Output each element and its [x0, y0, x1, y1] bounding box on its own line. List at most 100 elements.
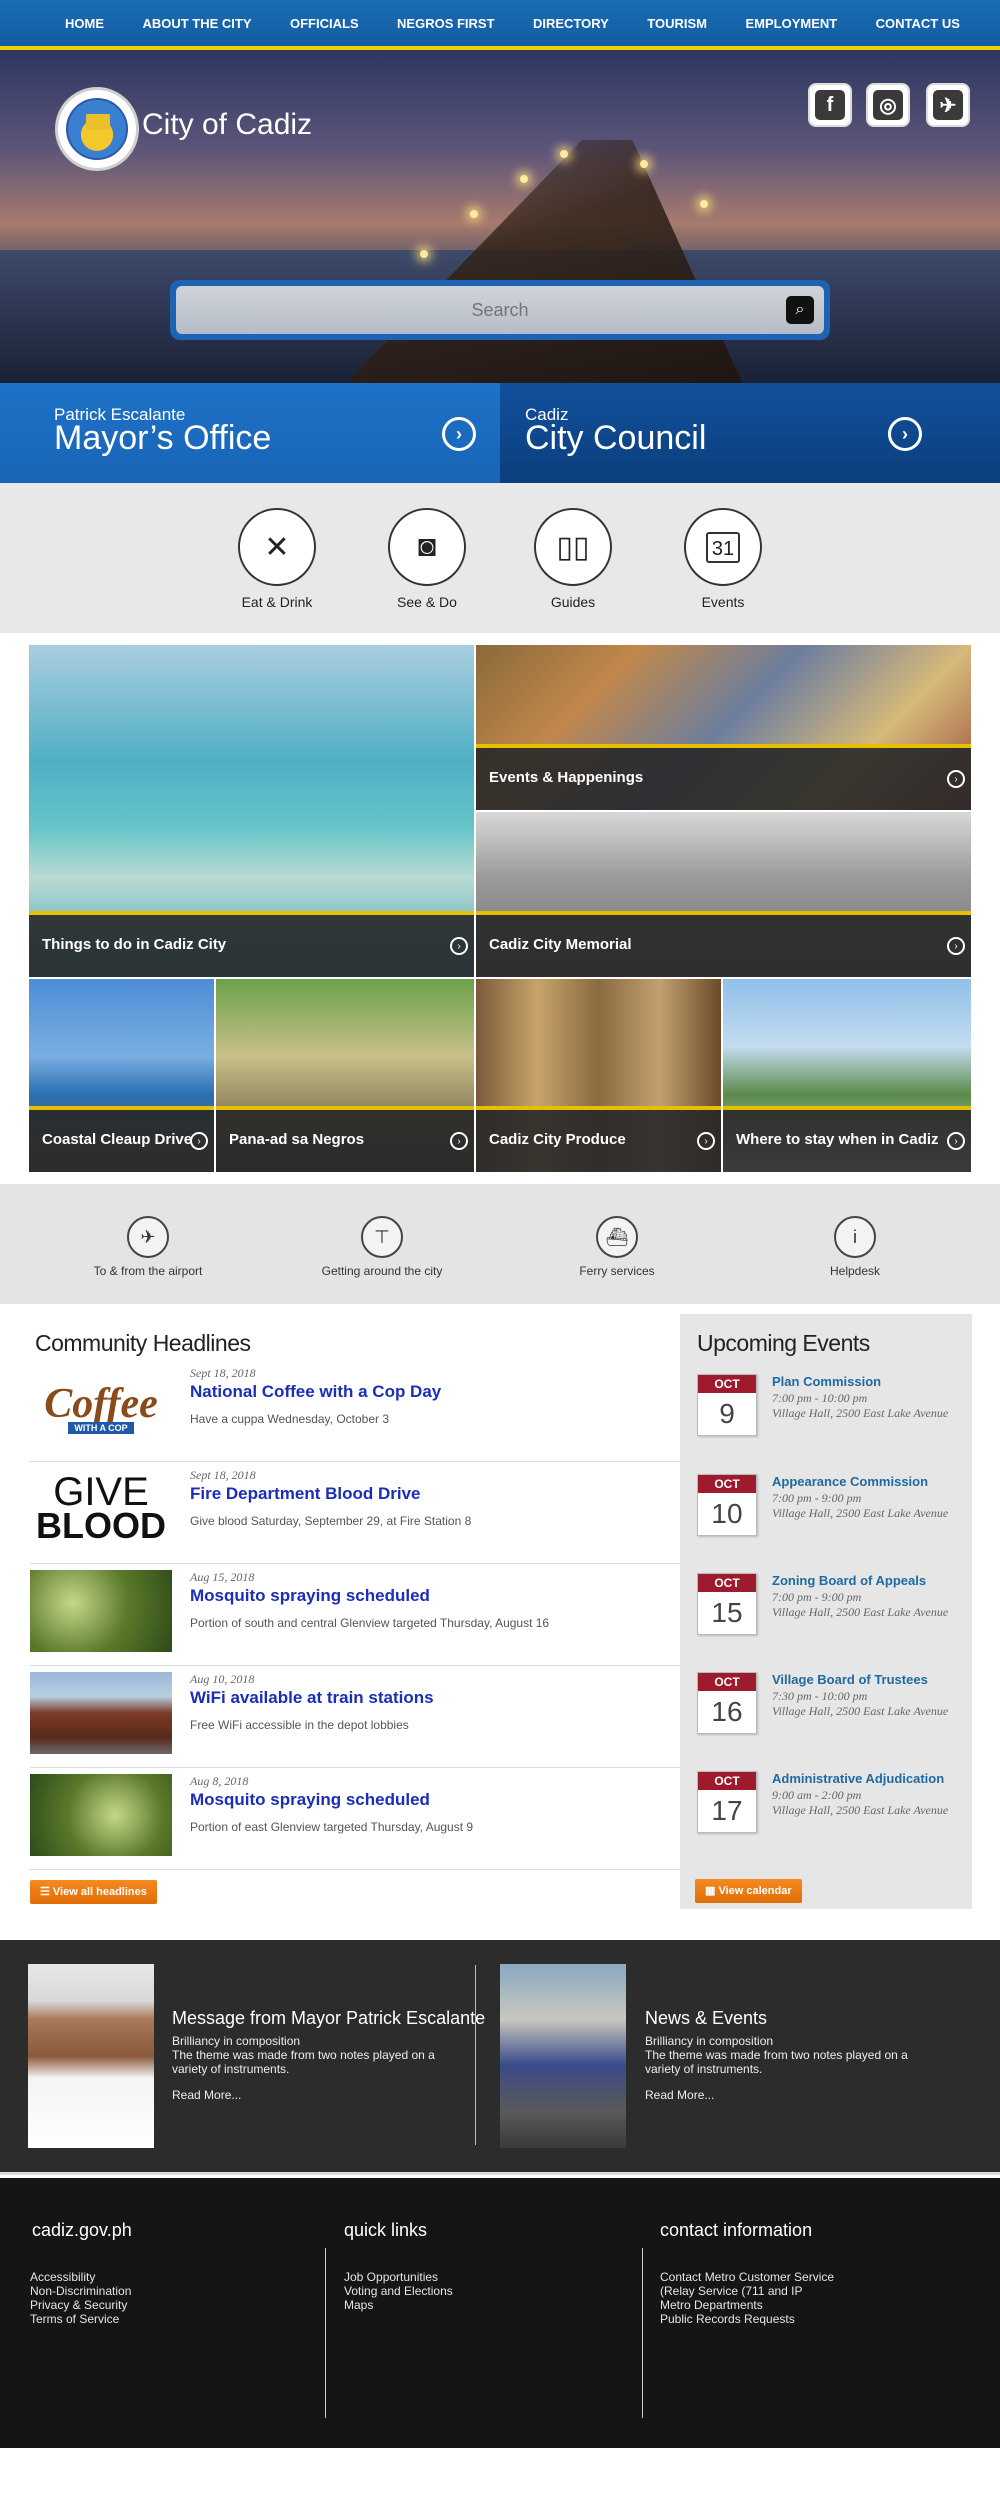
calendar-date: OCT 17 — [697, 1771, 757, 1833]
arrow-right-icon: › — [450, 1132, 468, 1150]
nav-officials[interactable]: OFFICIALS — [290, 16, 359, 31]
divider — [642, 2248, 643, 2418]
nav-about[interactable]: ABOUT THE CITY — [142, 16, 251, 31]
quick-links-bar: ✕ Eat & Drink ◙ See & Do ▯▯ Guides 31 Ev… — [0, 483, 1000, 633]
site-title[interactable]: City of Cadiz — [142, 108, 312, 142]
quick-see-do[interactable]: ◙ See & Do — [372, 508, 482, 610]
mayor-office-banner[interactable]: Patrick Escalante Mayor’s Office › — [0, 383, 500, 483]
footer-link[interactable]: Public Records Requests — [660, 2312, 834, 2326]
tile-where-to-stay[interactable]: Where to stay when in Cadiz › — [723, 979, 971, 1172]
page-bottom — [0, 2448, 1000, 2500]
visitor-help-bar: ✈ To & from the airport ⊤ Getting around… — [0, 1184, 1000, 1304]
tile-coastal-cleanup[interactable]: Coastal Cleaup Drive › — [29, 979, 214, 1172]
event-title[interactable]: Administrative Adjudication — [772, 1771, 944, 1786]
search-icon[interactable]: ⌕ — [786, 296, 814, 324]
help-label: To & from the airport — [93, 1264, 203, 1278]
tile-events-happenings[interactable]: Events & Happenings › — [476, 645, 971, 810]
nav-negros-first[interactable]: NEGROS FIRST — [397, 16, 495, 31]
facebook-icon[interactable]: f — [808, 83, 852, 127]
footer-link[interactable]: Metro Departments — [660, 2298, 834, 2312]
mayor-message-title[interactable]: Message from Mayor Patrick Escalante — [172, 2008, 485, 2029]
tile-caption: Cadiz City Produce — [489, 1131, 626, 1148]
nav-contact[interactable]: CONTACT US — [876, 16, 960, 31]
arrow-right-icon[interactable]: › — [442, 417, 476, 451]
event-title[interactable]: Appearance Commission — [772, 1474, 928, 1489]
help-ferry[interactable]: ⛴ Ferry services — [517, 1216, 717, 1278]
footer-link[interactable]: Non-Discrimination — [30, 2284, 131, 2298]
footer-link[interactable]: Contact Metro Customer Service — [660, 2270, 834, 2284]
event-item[interactable]: OCT 15 Zoning Board of Appeals 7:00 pm - … — [697, 1573, 967, 1668]
calendar-date: OCT 15 — [697, 1573, 757, 1635]
footer-link[interactable]: (Relay Service (711 and IP — [660, 2284, 834, 2298]
mayor-read-more-link[interactable]: Read More... — [172, 2088, 241, 2102]
footer-link[interactable]: Accessibility — [30, 2270, 131, 2284]
headline-title[interactable]: Fire Department Blood Drive — [190, 1484, 421, 1504]
headline-item[interactable]: Aug 8, 2018 Mosquito spraying scheduled … — [30, 1770, 680, 1870]
upcoming-events-panel: Upcoming Events OCT 9 Plan Commission 7:0… — [680, 1314, 972, 1909]
footer-site-title: cadiz.gov.ph — [32, 2220, 132, 2240]
headline-title[interactable]: Mosquito spraying scheduled — [190, 1586, 430, 1606]
news-read-more-link[interactable]: Read More... — [645, 2088, 714, 2102]
tile-things-to-do[interactable]: Things to do in Cadiz City › — [29, 645, 474, 977]
view-calendar-button[interactable]: ▦ View calendar — [695, 1879, 802, 1903]
headline-item[interactable]: GIVE BLOOD Sept 18, 2018 Fire Department… — [30, 1464, 680, 1564]
footer-link[interactable]: Privacy & Security — [30, 2298, 131, 2312]
featured-messages: Message from Mayor Patrick Escalante Bri… — [0, 1940, 1000, 2175]
tile-city-produce[interactable]: Cadiz City Produce › — [476, 979, 721, 1172]
footer-link[interactable]: Terms of Service — [30, 2312, 131, 2326]
headline-date: Sept 18, 2018 — [190, 1468, 256, 1482]
footer: cadiz.gov.ph Accessibility Non-Discrimin… — [0, 2178, 1000, 2448]
event-item[interactable]: OCT 16 Village Board of Trustees 7:30 pm … — [697, 1672, 967, 1767]
help-getting-around[interactable]: ⊤ Getting around the city — [282, 1216, 482, 1278]
headline-item[interactable]: Aug 15, 2018 Mosquito spraying scheduled… — [30, 1566, 680, 1666]
give-blood-logo: GIVE BLOOD — [30, 1468, 172, 1550]
event-item[interactable]: OCT 17 Administrative Adjudication 9:00 a… — [697, 1771, 967, 1866]
city-council-banner[interactable]: Cadiz City Council › — [500, 383, 1000, 483]
headline-title[interactable]: Mosquito spraying scheduled — [190, 1790, 430, 1810]
airplane-icon: ✈ — [127, 1216, 169, 1258]
tile-city-memorial[interactable]: Cadiz City Memorial › — [476, 812, 971, 977]
event-item[interactable]: OCT 9 Plan Commission 7:00 pm - 10:00 pm V… — [697, 1374, 967, 1469]
footer-link[interactable]: Job Opportunities — [344, 2270, 453, 2284]
coffee-logo: Coffee WITH A COP — [30, 1366, 172, 1448]
tile-caption: Where to stay when in Cadiz — [736, 1131, 939, 1148]
headline-title[interactable]: National Coffee with a Cop Day — [190, 1382, 441, 1402]
event-title[interactable]: Plan Commission — [772, 1374, 881, 1389]
news-events-title[interactable]: News & Events — [645, 2008, 767, 2029]
headline-date: Aug 8, 2018 — [190, 1774, 249, 1788]
arrow-right-icon[interactable]: › — [888, 417, 922, 451]
nav-employment[interactable]: EMPLOYMENT — [745, 16, 837, 31]
calendar-date: OCT 16 — [697, 1672, 757, 1734]
instagram-icon[interactable]: ◎ — [866, 83, 910, 127]
twitter-icon[interactable]: ✈ — [926, 83, 970, 127]
event-title[interactable]: Village Board of Trustees — [772, 1672, 928, 1687]
tile-panaad-sa-negros[interactable]: Pana-ad sa Negros › — [216, 979, 474, 1172]
footer-contact-links: Contact Metro Customer Service (Relay Se… — [660, 2270, 834, 2326]
help-helpdesk[interactable]: i Helpdesk — [755, 1216, 955, 1278]
footer-link[interactable]: Maps — [344, 2298, 453, 2312]
mayor-message-text: Brilliancy in composition The theme was m… — [172, 2034, 435, 2076]
headline-item[interactable]: Aug 10, 2018 WiFi available at train sta… — [30, 1668, 680, 1768]
event-meta: 7:00 pm - 9:00 pm Village Hall, 2500 East… — [772, 1491, 949, 1520]
event-item[interactable]: OCT 10 Appearance Commission 7:00 pm - 9:… — [697, 1474, 967, 1569]
quick-events[interactable]: 31 Events — [668, 508, 778, 610]
calendar-date: OCT 10 — [697, 1474, 757, 1536]
footer-link[interactable]: Voting and Elections — [344, 2284, 453, 2298]
event-title[interactable]: Zoning Board of Appeals — [772, 1573, 926, 1588]
nav-home[interactable]: HOME — [65, 16, 104, 31]
quick-eat-drink[interactable]: ✕ Eat & Drink — [222, 508, 332, 610]
news-events-text: Brilliancy in composition The theme was m… — [645, 2034, 908, 2076]
ship-icon: ⛴ — [596, 1216, 638, 1258]
headline-title[interactable]: WiFi available at train stations — [190, 1688, 434, 1708]
quick-guides[interactable]: ▯▯ Guides — [518, 508, 628, 610]
help-label: Ferry services — [579, 1264, 655, 1278]
headline-item[interactable]: Coffee WITH A COP Sept 18, 2018 National… — [30, 1362, 680, 1462]
help-airport[interactable]: ✈ To & from the airport — [48, 1216, 248, 1278]
hero-banner: City of Cadiz f ◎ ✈ ⌕ — [0, 50, 1000, 383]
nav-tourism[interactable]: TOURISM — [647, 16, 707, 31]
nav-directory[interactable]: DIRECTORY — [533, 16, 609, 31]
city-seal-logo[interactable] — [55, 87, 139, 171]
view-all-headlines-button[interactable]: ☰ View all headlines — [30, 1880, 157, 1904]
tile-caption: Events & Happenings — [489, 769, 644, 786]
search-input[interactable] — [230, 299, 770, 321]
